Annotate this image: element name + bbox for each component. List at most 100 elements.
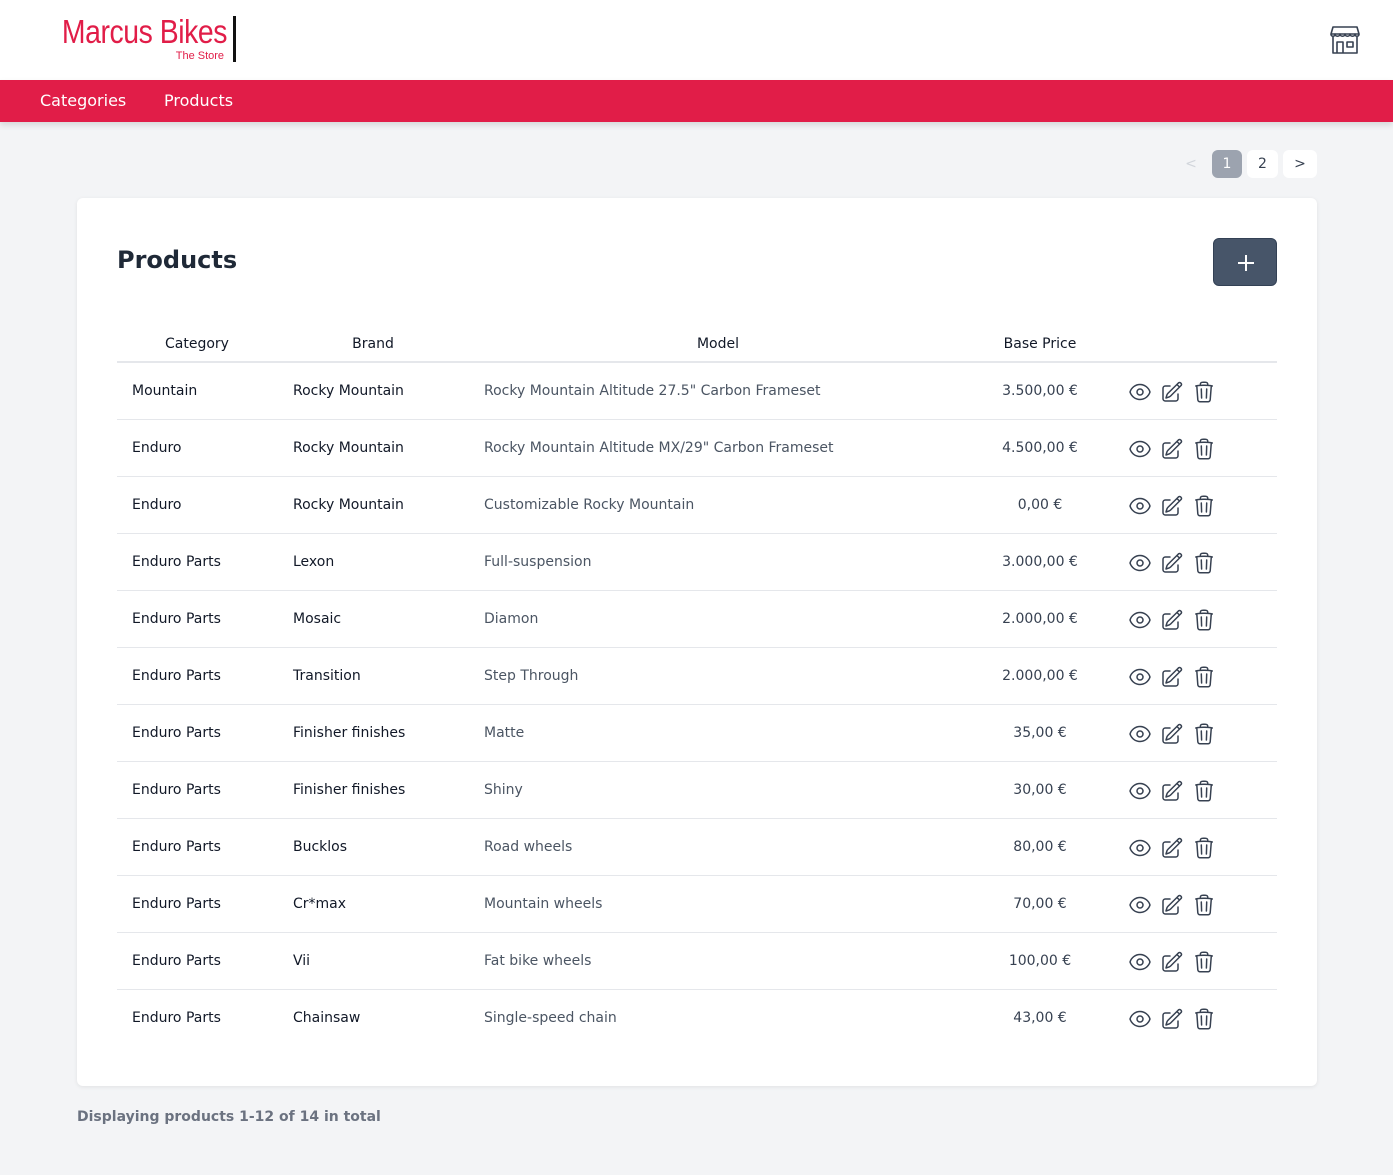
cell-brand: Cr*max <box>293 896 347 912</box>
next-page-button[interactable]: > <box>1283 150 1317 178</box>
pencil-square-icon[interactable] <box>1160 665 1184 689</box>
cell-brand: Mosaic <box>293 611 342 627</box>
cell-base-price: 43,00 € <box>1013 1010 1067 1026</box>
trash-icon[interactable] <box>1192 722 1216 746</box>
cell-brand: Finisher finishes <box>293 725 406 741</box>
cell-brand: Bucklos <box>293 839 348 855</box>
cell-brand: Rocky Mountain <box>293 440 404 456</box>
trash-icon[interactable] <box>1192 779 1216 803</box>
pencil-square-icon[interactable] <box>1160 437 1184 461</box>
cell-category: Mountain <box>132 383 198 399</box>
table-row: Enduro Parts Bucklos Road wheels 80,00 € <box>117 819 1277 876</box>
cell-brand: Chainsaw <box>293 1010 361 1026</box>
trash-icon[interactable] <box>1192 437 1216 461</box>
cell-model: Step Through <box>484 668 579 684</box>
page-button-1[interactable]: 1 <box>1212 150 1242 178</box>
cell-model: Customizable Rocky Mountain <box>484 497 695 513</box>
eye-icon[interactable] <box>1128 722 1152 746</box>
cell-brand: Lexon <box>293 554 335 570</box>
eye-icon[interactable] <box>1128 665 1152 689</box>
eye-icon[interactable] <box>1128 494 1152 518</box>
table-row: Enduro Parts Vii Fat bike wheels 100,00 € <box>117 933 1277 990</box>
table-row: Enduro Parts Mosaic Diamon 2.000,00 € <box>117 591 1277 648</box>
cell-base-price: 3.000,00 € <box>1002 554 1078 570</box>
store-logo[interactable]: Marcus Bikes The Store <box>35 13 237 64</box>
eye-icon[interactable] <box>1128 380 1152 404</box>
table-row: Enduro Parts Finisher finishes Shiny 30,00 … <box>117 762 1277 819</box>
cell-base-price: 0,00 € <box>1017 497 1063 513</box>
eye-icon[interactable] <box>1128 779 1152 803</box>
trash-icon[interactable] <box>1192 608 1216 632</box>
pencil-square-icon[interactable] <box>1160 380 1184 404</box>
pencil-square-icon[interactable] <box>1160 551 1184 575</box>
trash-icon[interactable] <box>1192 893 1216 917</box>
store-icon[interactable] <box>1329 25 1361 55</box>
pencil-square-icon[interactable] <box>1160 722 1184 746</box>
results-summary: Displaying products 1-12 of 14 in total <box>77 1109 381 1125</box>
products-card: Products Category Brand Model Base Price… <box>77 198 1317 1086</box>
top-header: Marcus Bikes The Store <box>0 0 1393 80</box>
trash-icon[interactable] <box>1192 551 1216 575</box>
cell-model: Mountain wheels <box>484 896 603 912</box>
prev-page-button[interactable]: < <box>1180 150 1202 178</box>
eye-icon[interactable] <box>1128 836 1152 860</box>
cell-base-price: 2.000,00 € <box>1002 668 1078 684</box>
page-button-2[interactable]: 2 <box>1247 150 1278 178</box>
cell-category: Enduro Parts <box>132 611 221 627</box>
eye-icon[interactable] <box>1128 893 1152 917</box>
trash-icon[interactable] <box>1192 950 1216 974</box>
cell-category: Enduro Parts <box>132 725 221 741</box>
table-row: Enduro Parts Lexon Full-suspension 3.000,00… <box>117 534 1277 591</box>
cell-model: Matte <box>484 725 525 741</box>
eye-icon[interactable] <box>1128 437 1152 461</box>
cell-model: Diamon <box>484 611 539 627</box>
cell-base-price: 70,00 € <box>1013 896 1067 912</box>
column-header-model[interactable]: Model <box>468 336 968 352</box>
cell-model: Full-suspension <box>484 554 592 570</box>
pencil-square-icon[interactable] <box>1160 893 1184 917</box>
cell-base-price: 4.500,00 € <box>1002 440 1078 456</box>
nav-item-categories[interactable]: Categories <box>40 80 126 122</box>
logo-brand: Marcus Bikes <box>61 13 228 50</box>
cell-base-price: 80,00 € <box>1013 839 1067 855</box>
logo-divider <box>233 16 237 62</box>
cell-base-price: 35,00 € <box>1013 725 1067 741</box>
trash-icon[interactable] <box>1192 665 1216 689</box>
cell-category: Enduro <box>132 440 182 456</box>
column-header-brand[interactable]: Brand <box>293 336 453 352</box>
page-title: Products <box>117 246 238 274</box>
eye-icon[interactable] <box>1128 551 1152 575</box>
cell-model: Single-speed chain <box>484 1010 617 1026</box>
table-row: Enduro Parts Chainsaw Single-speed chain 43… <box>117 990 1277 1047</box>
main-navbar: Categories Products <box>0 80 1393 122</box>
nav-item-products[interactable]: Products <box>164 80 233 122</box>
eye-icon[interactable] <box>1128 1007 1152 1031</box>
pencil-square-icon[interactable] <box>1160 950 1184 974</box>
pencil-square-icon[interactable] <box>1160 608 1184 632</box>
cell-model: Rocky Mountain Altitude MX/29" Carbon Fr… <box>484 440 834 456</box>
trash-icon[interactable] <box>1192 494 1216 518</box>
pencil-square-icon[interactable] <box>1160 1007 1184 1031</box>
cell-brand: Rocky Mountain <box>293 383 404 399</box>
pencil-square-icon[interactable] <box>1160 779 1184 803</box>
cell-category: Enduro Parts <box>132 782 221 798</box>
add-product-button[interactable] <box>1213 238 1277 286</box>
table-row: Enduro Rocky Mountain Customizable Rocky M… <box>117 477 1277 534</box>
cell-brand: Rocky Mountain <box>293 497 404 513</box>
eye-icon[interactable] <box>1128 950 1152 974</box>
trash-icon[interactable] <box>1192 836 1216 860</box>
table-row: Enduro Rocky Mountain Rocky Mountain Altit… <box>117 420 1277 477</box>
eye-icon[interactable] <box>1128 608 1152 632</box>
pencil-square-icon[interactable] <box>1160 494 1184 518</box>
trash-icon[interactable] <box>1192 1007 1216 1031</box>
products-table-body: Mountain Rocky Mountain Rocky Mountain Alt… <box>117 363 1277 1047</box>
trash-icon[interactable] <box>1192 380 1216 404</box>
logo-subtitle: The Store <box>175 50 225 62</box>
cell-category: Enduro Parts <box>132 668 221 684</box>
cell-category: Enduro Parts <box>132 896 221 912</box>
column-header-base-price[interactable]: Base Price <box>980 336 1100 352</box>
table-header: Category Brand Model Base Price <box>117 328 1277 363</box>
pencil-square-icon[interactable] <box>1160 836 1184 860</box>
column-header-category[interactable]: Category <box>117 336 277 352</box>
table-row: Enduro Parts Finisher finishes Matte 35,00 … <box>117 705 1277 762</box>
